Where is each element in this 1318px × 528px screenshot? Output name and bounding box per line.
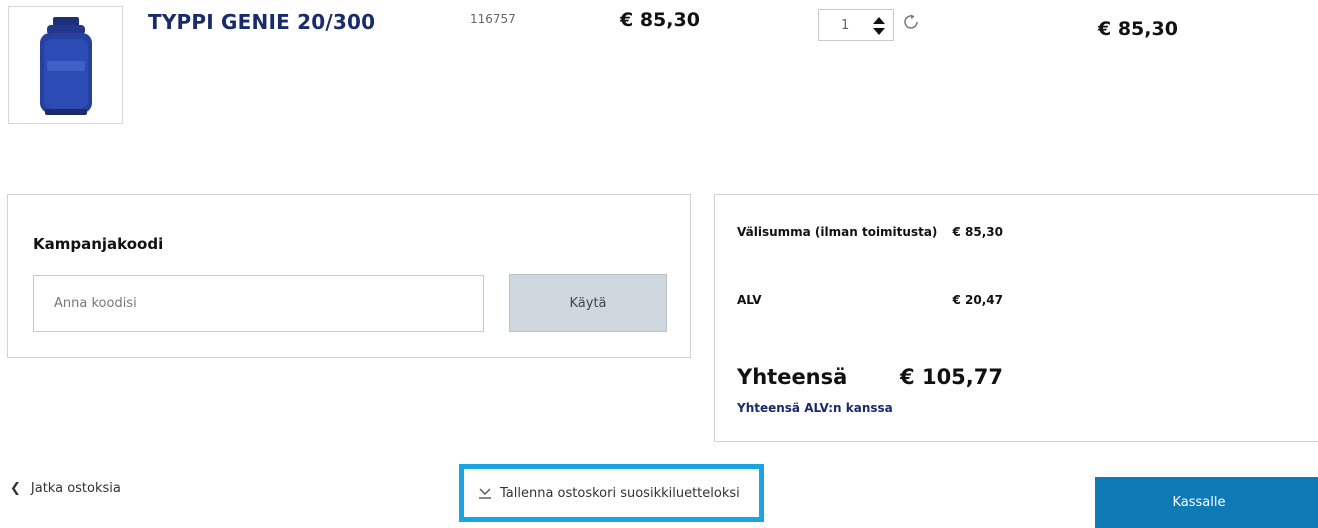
refresh-icon[interactable] [901, 12, 921, 32]
save-cart-to-favorites-link[interactable]: Tallenna ostoskori suosikkiluetteloksi [459, 464, 764, 522]
stepper-arrows-icon[interactable] [869, 13, 889, 39]
total-label: Yhteensä [737, 365, 848, 389]
subtotal-value: € 85,30 [952, 225, 1003, 239]
vat-label: ALV [737, 293, 762, 307]
promo-code-panel: Kampanjakoodi Käytä [7, 194, 691, 358]
quantity-value[interactable]: 1 [841, 18, 849, 33]
subtotal-label: Välisumma (ilman toimitusta) [737, 225, 938, 239]
total-value: € 105,77 [900, 365, 1003, 389]
gas-bottle-image [40, 17, 92, 115]
quantity-stepper[interactable]: 1 [818, 9, 894, 41]
promo-code-title: Kampanjakoodi [33, 235, 164, 253]
apply-promo-button[interactable]: Käytä [509, 274, 667, 332]
vat-value: € 20,47 [952, 293, 1003, 307]
save-cart-label: Tallenna ostoskori suosikkiluetteloksi [500, 485, 740, 501]
continue-shopping-link[interactable]: ❮ Jatka ostoksia [10, 481, 121, 496]
product-name[interactable]: TYPPI GENIE 20/300 [148, 10, 375, 34]
total-incl-vat-label: Yhteensä ALV:n kanssa [737, 401, 893, 415]
continue-shopping-label: Jatka ostoksia [30, 481, 121, 496]
product-image[interactable] [8, 6, 123, 124]
promo-code-input[interactable] [33, 275, 484, 332]
chevron-left-icon: ❮ [10, 481, 21, 496]
product-sku: 116757 [470, 12, 516, 26]
order-summary: Välisumma (ilman toimitusta) € 85,30 ALV… [714, 194, 1318, 442]
unit-price: € 85,30 [620, 9, 700, 31]
checkout-button[interactable]: Kassalle [1095, 477, 1318, 528]
line-total: € 85,30 [1098, 18, 1178, 40]
download-icon [479, 488, 491, 499]
